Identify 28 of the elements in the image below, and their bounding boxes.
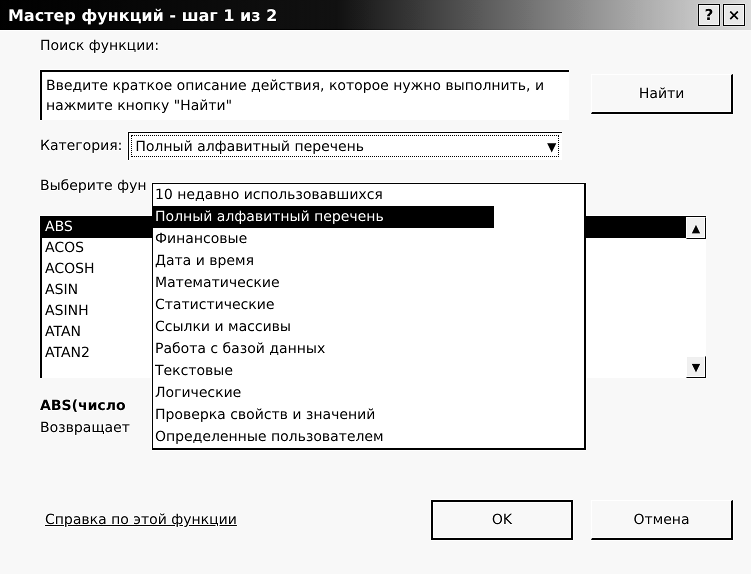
ok-button[interactable]: OK xyxy=(431,500,573,540)
category-option[interactable]: Финансовые xyxy=(153,228,584,250)
category-option[interactable]: Проверка свойств и значений xyxy=(153,404,584,426)
category-option[interactable]: Определенные пользователем xyxy=(153,426,584,448)
scroll-down-button[interactable]: ▼ xyxy=(686,356,706,378)
category-option[interactable]: Полный алфавитный перечень xyxy=(153,206,494,228)
search-label: Поиск функции: xyxy=(40,38,160,54)
search-field[interactable]: Введите краткое описание действия, которое нужно выполнить, и нажмите кнопку "Найти" xyxy=(40,70,570,120)
category-label: Категория: xyxy=(40,138,122,154)
help-button[interactable]: ? xyxy=(698,4,720,26)
category-dropdown[interactable]: Полный алфавитный перечень ▼ xyxy=(128,132,562,160)
function-description: Возвращает xyxy=(40,420,130,436)
scroll-up-button[interactable]: ▲ xyxy=(686,217,706,239)
help-link[interactable]: Справка по этой функции xyxy=(45,512,431,528)
category-option[interactable]: Работа с базой данных xyxy=(153,338,584,360)
find-button[interactable]: Найти xyxy=(591,74,733,114)
category-option[interactable]: Ссылки и массивы xyxy=(153,316,584,338)
cancel-button[interactable]: Отмена xyxy=(591,500,733,540)
category-option[interactable]: Логические xyxy=(153,382,584,404)
window-title: Мастер функций - шаг 1 из 2 xyxy=(8,6,278,24)
category-option[interactable]: Текстовые xyxy=(153,360,584,382)
category-option[interactable]: 10 недавно использовавшихся xyxy=(153,184,584,206)
function-list-label: Выберите фун xyxy=(40,178,147,196)
category-option[interactable]: Математические xyxy=(153,272,584,294)
close-button[interactable]: × xyxy=(723,4,745,26)
category-option[interactable]: Дата и время xyxy=(153,250,584,272)
category-option[interactable]: Статистические xyxy=(153,294,584,316)
function-syntax: ABS(число xyxy=(40,398,126,414)
